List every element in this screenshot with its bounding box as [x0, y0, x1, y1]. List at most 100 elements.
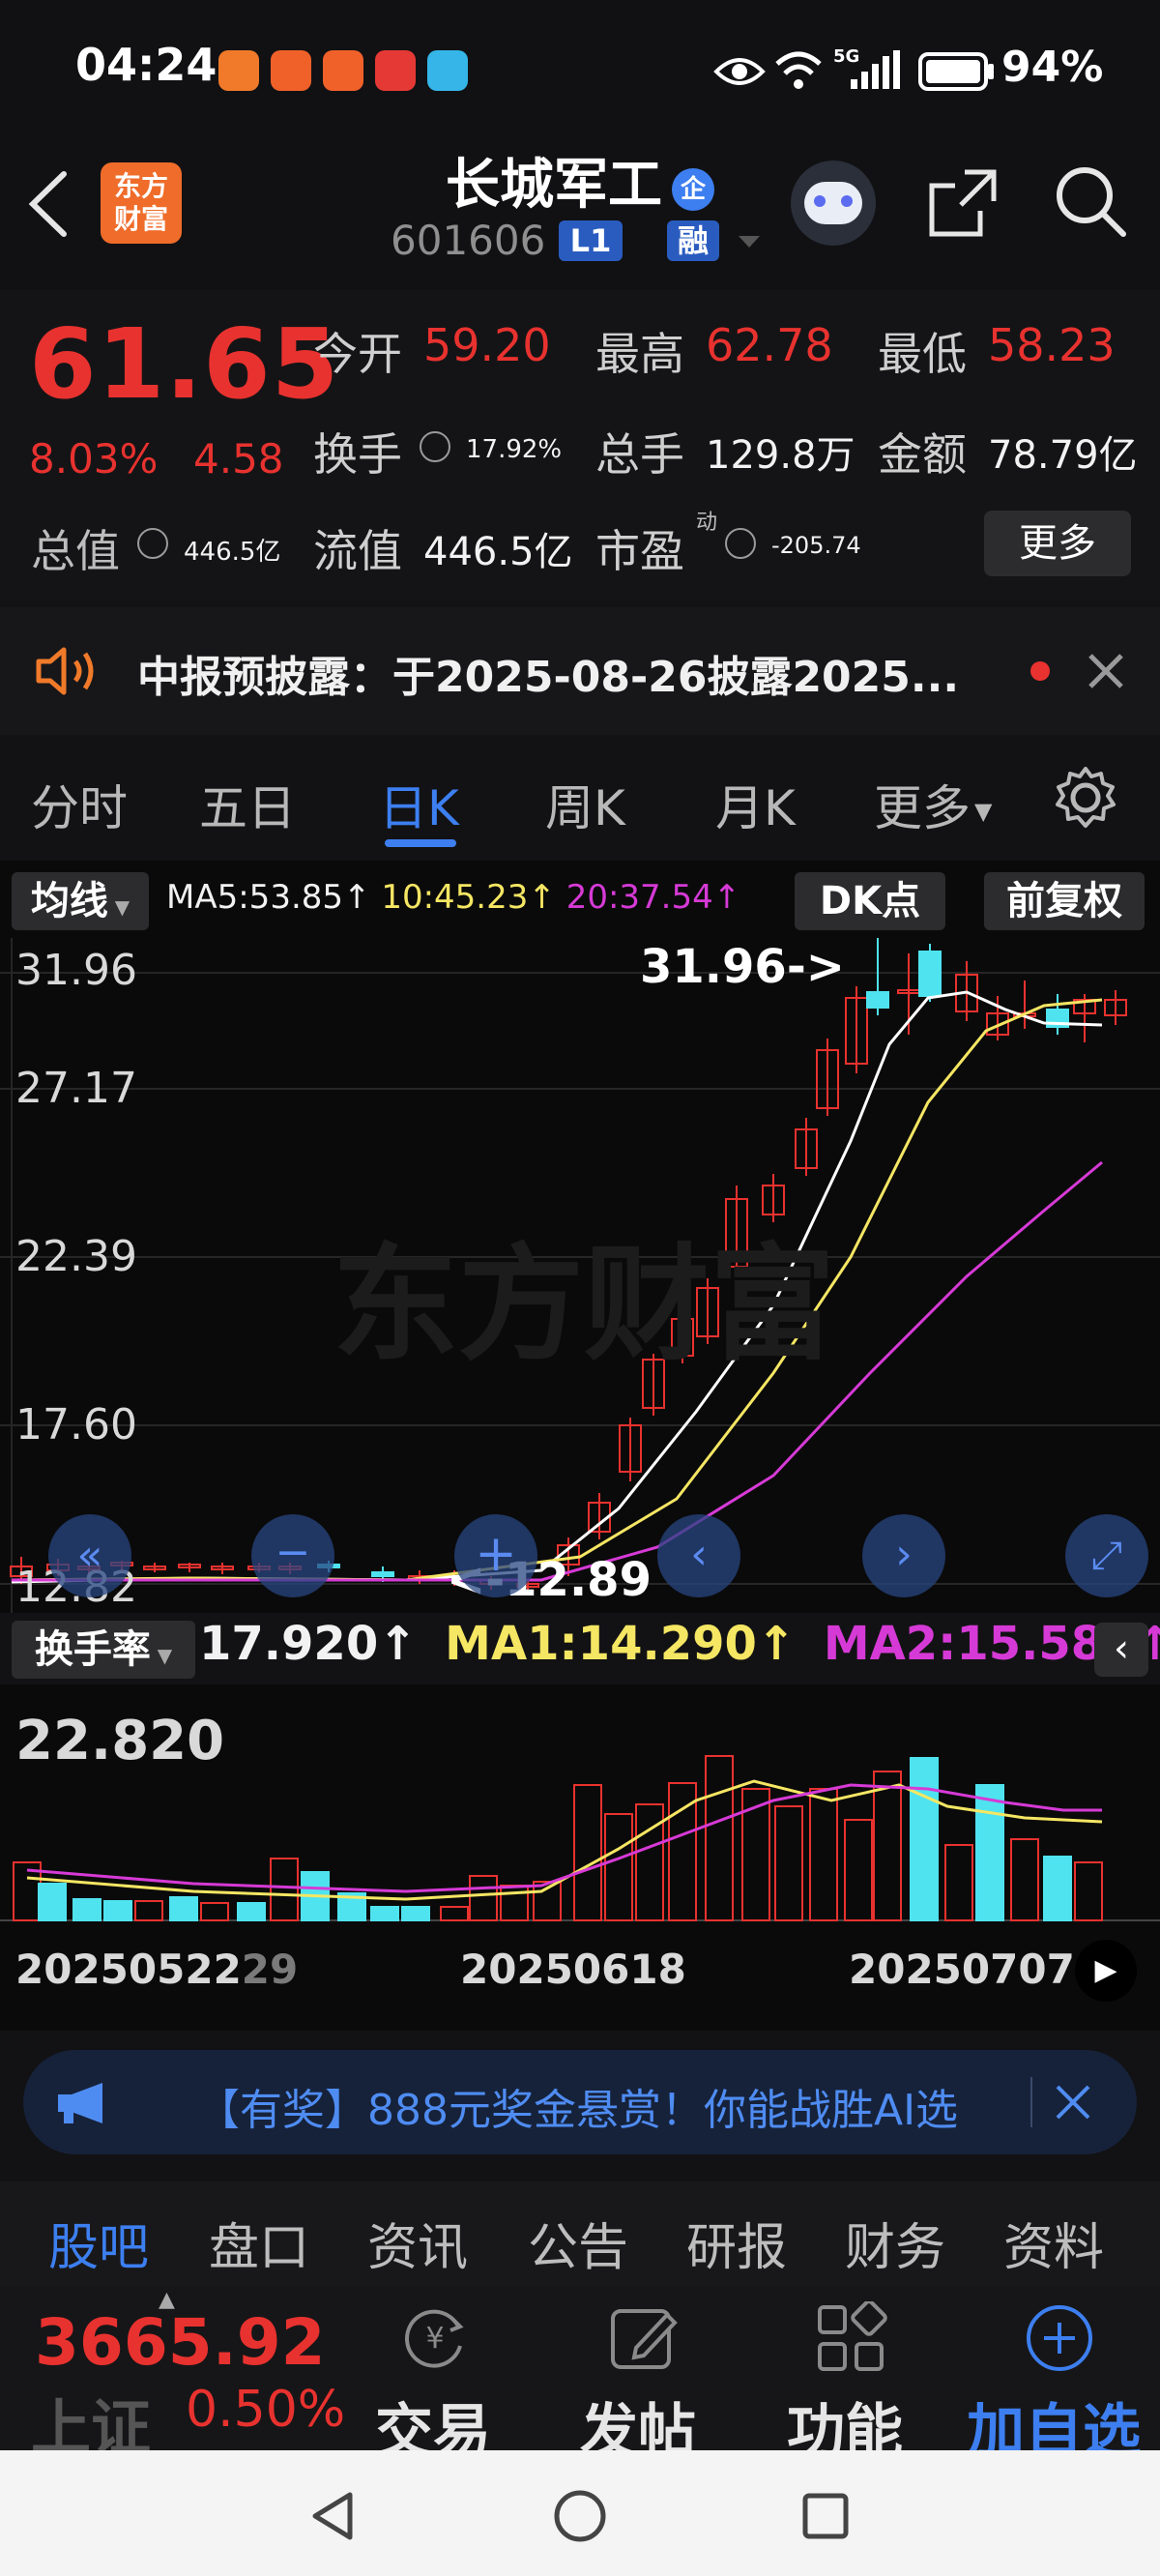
tab-news[interactable]: 资讯 [367, 2207, 468, 2279]
turnover-bar [573, 1784, 602, 1921]
tab-weekly-k[interactable]: 周K [545, 770, 625, 839]
turnover-bar [809, 1788, 838, 1921]
low-value: 58.23 [988, 319, 1116, 371]
add-watchlist-icon[interactable] [1023, 2301, 1096, 2375]
tab-order-book[interactable]: 盘口 [209, 2207, 309, 2279]
tab-daily-k[interactable]: 日K [379, 770, 459, 839]
level1-badge[interactable]: L1 [559, 220, 623, 261]
functions-icon[interactable] [814, 2301, 887, 2375]
turnover-bar [975, 1784, 1004, 1921]
candle-body [866, 991, 889, 1009]
active-tab-indicator [385, 839, 456, 847]
y-axis-label: 22.39 [15, 1232, 137, 1281]
high-marker: 31.96-> [640, 940, 845, 994]
gear-icon[interactable] [1054, 766, 1117, 830]
turnover-bar [169, 1896, 198, 1921]
notice-text[interactable]: 中报预披露：于2025-08-26披露2025... [137, 642, 959, 704]
zoom-in-button[interactable]: + [454, 1514, 537, 1597]
pan-left-button[interactable]: ‹ [657, 1514, 740, 1597]
tab-monthly-k[interactable]: 月K [715, 770, 796, 839]
play-forward-button[interactable]: ▶ [1075, 1940, 1137, 2002]
pan-left-fast-button[interactable]: « [48, 1514, 131, 1597]
pe-value: -205.74 [771, 532, 861, 559]
battery-percent: 94% [1001, 43, 1104, 92]
candle-body [918, 951, 942, 997]
volume-value: 129.8万 [706, 433, 856, 478]
date-label: 2025052229 [15, 1946, 298, 1993]
nav-home-icon[interactable] [551, 2487, 609, 2545]
turnover-bar [1043, 1856, 1072, 1921]
trade-icon[interactable]: ¥ [400, 2303, 470, 2373]
amount-value: 78.79亿 [988, 433, 1138, 478]
y-axis-label: 31.96 [15, 946, 137, 995]
stock-name-text: 长城军工 [446, 154, 662, 217]
collapse-panel-button[interactable]: ‹ [1094, 1623, 1148, 1677]
info-icon[interactable] [137, 528, 168, 559]
tab-intraday[interactable]: 分时 [31, 770, 128, 839]
dk-point-button[interactable]: DK点 [795, 872, 945, 930]
turnover-bar [844, 1819, 873, 1921]
ai-assistant-avatar[interactable] [791, 161, 876, 246]
eye-icon [713, 58, 766, 85]
nav-back-icon[interactable] [305, 2489, 360, 2543]
info-icon[interactable] [420, 431, 450, 462]
turnover-bar [1074, 1861, 1103, 1921]
more-quote-button[interactable]: 更多 [984, 511, 1131, 576]
fullscreen-button[interactable]: ⤢ [1065, 1514, 1148, 1597]
turnover-bar [469, 1875, 498, 1921]
date-label: 20250618 [460, 1946, 686, 1993]
app-notification-icon [427, 50, 468, 91]
index-value[interactable]: 3665.92 [35, 2305, 326, 2380]
ma-selector[interactable]: 均线 ▼ [12, 872, 149, 930]
turnover-bar [705, 1755, 734, 1921]
post-icon[interactable] [607, 2301, 681, 2375]
app-notification-icon [271, 50, 311, 91]
margin-badge[interactable]: 融 [667, 220, 719, 261]
tab-announcements[interactable]: 公告 [528, 2207, 628, 2279]
mktcap-value: 446.5亿 [184, 538, 281, 567]
float-label: 流值 [313, 525, 402, 577]
y-axis-label: 17.60 [15, 1400, 137, 1449]
tab-more[interactable]: 更多 ▼ [874, 770, 992, 839]
turnover-bar [500, 1885, 529, 1921]
turnover-bar [401, 1906, 430, 1921]
ad-text[interactable]: 【有奖】888元奖金悬赏！你能战胜AI选 [197, 2075, 958, 2137]
chevron-down-icon: ▼ [107, 895, 130, 919]
close-icon[interactable] [1087, 652, 1125, 690]
turnover-bar [910, 1757, 939, 1921]
indicator-selector[interactable]: 换手率 ▼ [12, 1621, 195, 1679]
divider [1030, 2077, 1032, 2127]
unread-dot [1030, 661, 1050, 681]
ma20-value: 20:37.54↑ [566, 878, 741, 917]
chevron-down-icon: ▼ [150, 1644, 173, 1667]
last-price: 61.65 [29, 307, 340, 421]
high-label: 最高 [595, 328, 684, 380]
tab-five-day[interactable]: 五日 [199, 770, 296, 839]
enterprise-badge: 企 [672, 168, 714, 211]
tab-stock-forum[interactable]: 股吧 [48, 2207, 149, 2279]
chevron-down-icon[interactable] [735, 232, 764, 251]
share-icon[interactable] [926, 166, 1000, 240]
turnover-y-label: 22.820 [15, 1710, 225, 1772]
close-icon[interactable] [1054, 2083, 1092, 2122]
turnover-value: 17.92% [466, 435, 563, 464]
tab-financials[interactable]: 财务 [845, 2207, 945, 2279]
watermark: 东方财富 [333, 1231, 836, 1378]
tab-profile[interactable]: 资料 [1003, 2207, 1104, 2279]
nav-recents-icon[interactable] [800, 2491, 851, 2541]
open-label: 今开 [313, 328, 402, 380]
pe-superscript: 动 [696, 511, 718, 535]
info-icon[interactable] [725, 528, 756, 559]
date-label: 20250707 [849, 1946, 1075, 1993]
adjust-mode-button[interactable]: 前复权 [984, 872, 1145, 930]
turnover-bar [1010, 1838, 1039, 1921]
high-value: 62.78 [706, 319, 833, 371]
volume-label: 总手 [595, 428, 684, 481]
turnover-ma1-line [26, 1779, 1103, 1901]
pan-right-button[interactable]: › [862, 1514, 945, 1597]
search-icon[interactable] [1052, 162, 1129, 240]
index-percent[interactable]: 0.50% [186, 2381, 345, 2439]
tab-research[interactable]: 研报 [686, 2207, 787, 2279]
candle-body [371, 1571, 394, 1577]
zoom-out-button[interactable]: − [251, 1514, 334, 1597]
